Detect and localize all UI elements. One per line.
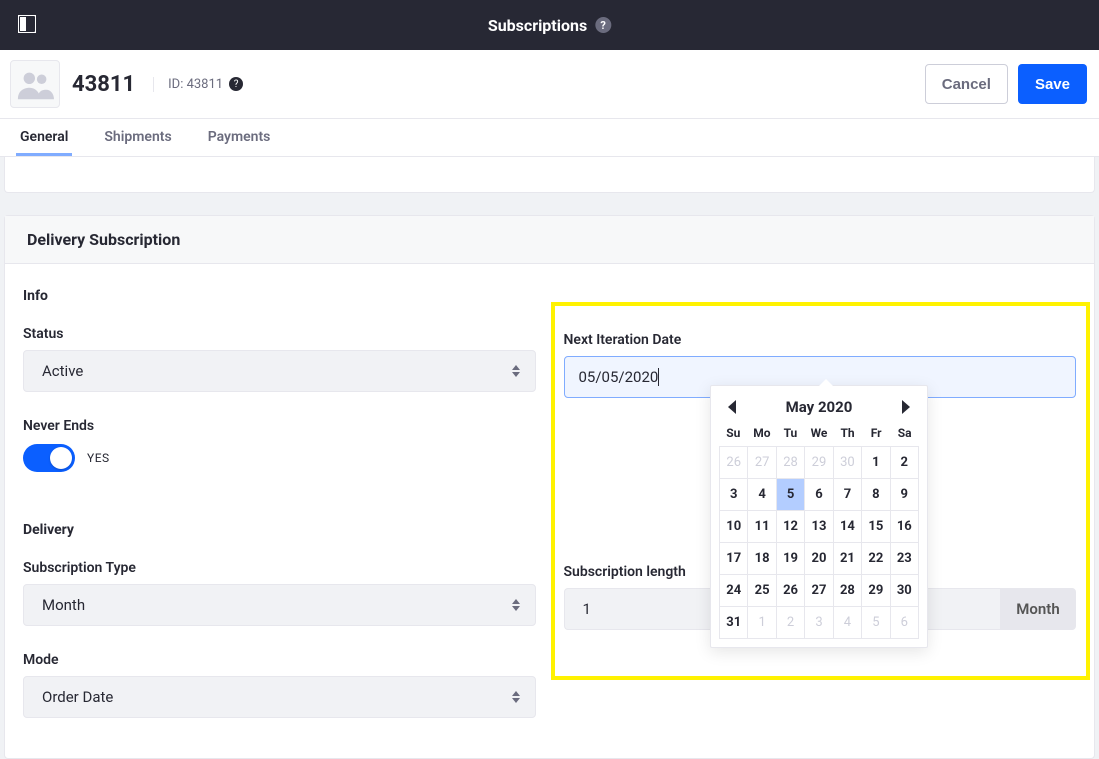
subscription-length-value: 1 [583,600,591,618]
tab-shipments[interactable]: Shipments [100,119,175,156]
datepicker-dow: Fr [862,426,891,440]
datepicker-day[interactable]: 16 [891,511,919,543]
entity-title: 43811 [72,72,135,97]
datepicker-dow: Sa [890,426,919,440]
entity-id: ID: 43811 ? [153,77,243,92]
datepicker-day[interactable]: 31 [720,607,748,639]
chevron-updown-icon [512,599,520,611]
datepicker-day[interactable]: 11 [748,511,776,543]
help-icon[interactable]: ? [595,17,611,33]
datepicker-day[interactable]: 2 [891,447,919,479]
left-column: Info Status Active Never Ends YES Delive… [23,288,536,718]
delivery-group-label: Delivery [23,522,536,538]
tab-general[interactable]: General [16,119,72,156]
sidebar-toggle-icon[interactable] [18,15,38,35]
datepicker-dow: Tu [776,426,805,440]
save-button[interactable]: Save [1018,64,1087,104]
tabs: General Shipments Payments [0,119,1099,157]
datepicker-weekday-row: SuMoTuWeThFrSa [719,426,919,446]
datepicker-day[interactable]: 22 [862,543,890,575]
datepicker-popover: May 2020 SuMoTuWeThFrSa 2627282930123456… [710,385,928,648]
datepicker-day[interactable]: 8 [862,479,890,511]
next-iteration-label: Next Iteration Date [564,332,1077,348]
datepicker-day[interactable]: 21 [834,543,862,575]
subscription-type-label: Subscription Type [23,560,536,576]
topbar: Subscriptions ? [0,0,1099,50]
info-group-label: Info [23,288,536,304]
subscription-type-select[interactable]: Month [23,584,536,626]
datepicker-dow: Su [719,426,748,440]
datepicker-day[interactable]: 28 [834,575,862,607]
datepicker-day[interactable]: 19 [777,543,805,575]
datepicker-day-other[interactable]: 1 [748,607,776,639]
datepicker-day[interactable]: 30 [891,575,919,607]
datepicker-day[interactable]: 17 [720,543,748,575]
datepicker-title: May 2020 [786,398,853,416]
datepicker-day[interactable]: 7 [834,479,862,511]
datepicker-dow: Th [833,426,862,440]
datepicker-day-other[interactable]: 5 [862,607,890,639]
datepicker-dow: Mo [748,426,777,440]
datepicker-day[interactable]: 5 [777,479,805,511]
datepicker-day[interactable]: 3 [720,479,748,511]
datepicker-day-other[interactable]: 26 [720,447,748,479]
subscription-length-unit: Month [1000,588,1076,630]
status-label: Status [23,326,536,342]
datepicker-day[interactable]: 13 [805,511,833,543]
datepicker-day[interactable]: 10 [720,511,748,543]
mode-value: Order Date [42,688,113,706]
entity-id-text: ID: 43811 [168,77,223,92]
datepicker-dow: We [805,426,834,440]
status-value: Active [42,362,83,380]
next-iteration-date-value: 05/05/2020 [579,368,659,386]
datepicker-prev-month[interactable] [725,399,741,415]
datepicker-day-other[interactable]: 6 [891,607,919,639]
datepicker-day-other[interactable]: 4 [834,607,862,639]
tab-panel-spacer [4,157,1095,193]
avatar [10,60,60,108]
id-help-icon[interactable]: ? [229,77,243,91]
cancel-button[interactable]: Cancel [925,64,1008,104]
datepicker-day[interactable]: 14 [834,511,862,543]
datepicker-day[interactable]: 6 [805,479,833,511]
mode-select[interactable]: Order Date [23,676,536,718]
datepicker-day[interactable]: 18 [748,543,776,575]
datepicker-day[interactable]: 4 [748,479,776,511]
datepicker-day[interactable]: 9 [891,479,919,511]
subscription-type-value: Month [42,596,85,614]
datepicker-day-other[interactable]: 30 [834,447,862,479]
datepicker-day[interactable]: 23 [891,543,919,575]
never-ends-toggle[interactable] [23,444,75,472]
status-select[interactable]: Active [23,350,536,392]
datepicker-day[interactable]: 24 [720,575,748,607]
datepicker-day[interactable]: 15 [862,511,890,543]
datepicker-day[interactable]: 20 [805,543,833,575]
page-title: Subscriptions ? [488,16,611,35]
page-title-text: Subscriptions [488,16,587,35]
datepicker-day-other[interactable]: 3 [805,607,833,639]
chevron-updown-icon [512,365,520,377]
datepicker-next-month[interactable] [897,399,913,415]
datepicker-day-other[interactable]: 27 [748,447,776,479]
datepicker-day[interactable]: 29 [862,575,890,607]
datepicker-day-other[interactable]: 2 [777,607,805,639]
datepicker-day[interactable]: 26 [777,575,805,607]
datepicker-day[interactable]: 1 [862,447,890,479]
never-ends-label: Never Ends [23,418,536,434]
chevron-updown-icon [512,691,520,703]
datepicker-grid: 2627282930123456789101112131415161718192… [719,446,919,639]
datepicker-day-other[interactable]: 28 [777,447,805,479]
never-ends-value: YES [87,451,110,465]
datepicker-day[interactable]: 12 [777,511,805,543]
datepicker-day-other[interactable]: 29 [805,447,833,479]
datepicker-day[interactable]: 25 [748,575,776,607]
mode-label: Mode [23,652,536,668]
entity-header: 43811 ID: 43811 ? Cancel Save [0,50,1099,119]
delivery-subscription-section: Delivery Subscription Info Status Active… [4,215,1095,759]
datepicker-day[interactable]: 27 [805,575,833,607]
tab-payments[interactable]: Payments [204,119,275,156]
section-header: Delivery Subscription [5,216,1094,264]
